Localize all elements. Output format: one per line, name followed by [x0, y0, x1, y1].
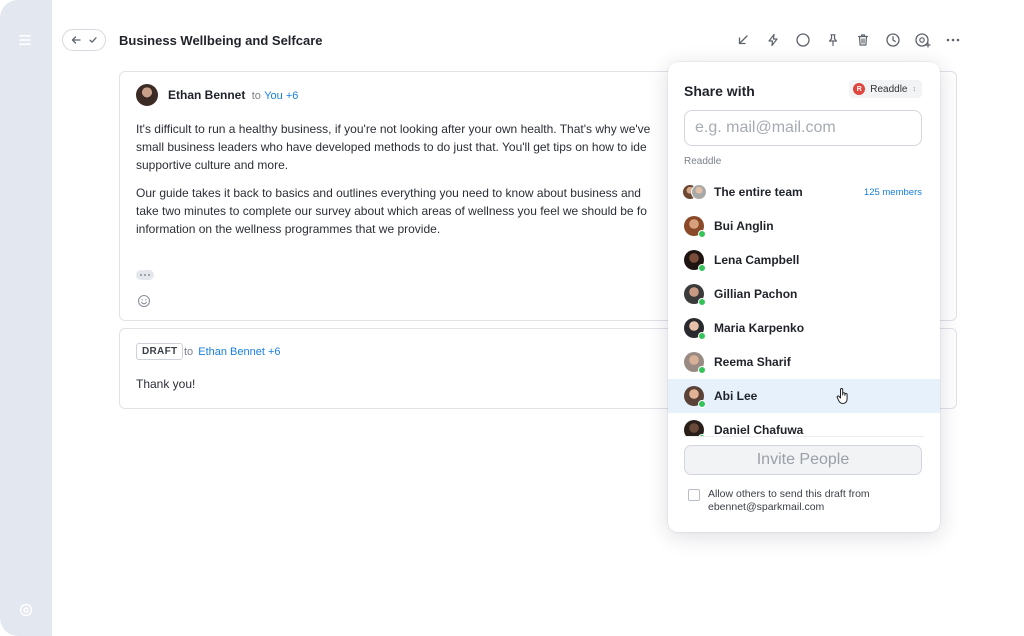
navigation-pill	[62, 29, 106, 51]
hand-cursor-icon	[836, 387, 850, 405]
draft-body[interactable]: Thank you!	[136, 377, 195, 391]
to-label: to	[184, 346, 194, 358]
team-logo: R	[853, 83, 866, 95]
list-item[interactable]: Abi Lee	[668, 379, 940, 413]
person-name: Abi Lee	[714, 389, 758, 403]
avatar	[684, 420, 706, 436]
avatar	[684, 318, 706, 340]
online-indicator	[698, 230, 706, 238]
pin-icon[interactable]	[818, 30, 848, 50]
team-name: Readdle	[870, 83, 908, 95]
message-paragraph: It's difficult to run a healthy business…	[136, 122, 651, 172]
emoji-reaction-icon[interactable]	[137, 294, 151, 308]
app-window: Business Wellbeing and Selfcare Ethan Be…	[0, 0, 1024, 636]
avatar	[136, 84, 158, 106]
avatar	[684, 386, 706, 408]
lightning-icon[interactable]	[758, 30, 788, 50]
list-item-entire-team[interactable]: The entire team 125 members	[668, 175, 940, 209]
checkmark-icon[interactable]	[85, 32, 101, 48]
section-label: Readdle	[684, 156, 722, 167]
more-icon[interactable]	[938, 30, 968, 50]
trash-icon[interactable]	[848, 30, 878, 50]
draft-recipients: to Ethan Bennet +6	[184, 346, 281, 358]
draft-badge: DRAFT	[136, 343, 184, 360]
email-input[interactable]	[684, 110, 922, 146]
avatar	[684, 284, 706, 306]
allow-send-checkbox[interactable]	[688, 489, 700, 501]
back-arrow-icon[interactable]	[68, 32, 84, 48]
list-item[interactable]: Lena Campbell	[668, 243, 940, 277]
list-item[interactable]: Gillian Pachon	[668, 277, 940, 311]
show-more-button[interactable]	[136, 270, 154, 280]
gear-icon[interactable]	[18, 602, 34, 618]
mention-add-icon[interactable]	[908, 30, 938, 50]
online-indicator	[698, 298, 706, 306]
circle-icon[interactable]	[788, 30, 818, 50]
group-avatar	[682, 182, 708, 202]
invite-people-button[interactable]: Invite People	[684, 445, 922, 475]
person-name: Daniel Chafuwa	[714, 423, 804, 436]
avatar	[684, 250, 706, 272]
message-header: Ethan Bennet to You +6	[168, 88, 298, 102]
arrow-down-left-icon[interactable]	[728, 30, 758, 50]
person-name: Lena Campbell	[714, 253, 800, 267]
list-item[interactable]: Daniel Chafuwa	[668, 413, 940, 436]
recipients-link[interactable]: You +6	[264, 90, 298, 102]
avatar	[684, 216, 706, 238]
updown-caret-icon: ↕	[912, 85, 917, 93]
message-body: It's difficult to run a healthy business…	[136, 120, 666, 248]
online-indicator	[698, 264, 706, 272]
divider	[684, 436, 924, 437]
people-list[interactable]: The entire team 125 members Bui Anglin L…	[668, 173, 940, 436]
person-name: Bui Anglin	[714, 219, 774, 233]
member-count: 125 members	[863, 186, 922, 198]
team-selector[interactable]: R Readdle ↕	[849, 80, 922, 98]
share-title: Share with	[684, 83, 755, 99]
allow-send-option: Allow others to send this draft from ebe…	[688, 488, 908, 514]
list-item[interactable]: Reema Sharif	[668, 345, 940, 379]
allow-send-label: Allow others to send this draft from ebe…	[708, 488, 870, 513]
online-indicator	[698, 400, 706, 408]
toolbar-actions	[728, 30, 968, 50]
avatar	[684, 352, 706, 374]
list-item[interactable]: Maria Karpenko	[668, 311, 940, 345]
to-label: to	[251, 90, 261, 102]
hamburger-icon[interactable]	[17, 32, 35, 48]
message-paragraph: Our guide takes it back to basics and ou…	[136, 186, 647, 236]
person-name: The entire team	[714, 185, 803, 199]
person-name: Gillian Pachon	[714, 287, 798, 301]
recipients-link[interactable]: Ethan Bennet +6	[198, 346, 280, 358]
list-item[interactable]: Bui Anglin	[668, 209, 940, 243]
share-popover: Share with R Readdle ↕ Readdle The entir…	[668, 62, 940, 532]
sidebar	[0, 0, 52, 636]
person-name: Reema Sharif	[714, 355, 791, 369]
clock-icon[interactable]	[878, 30, 908, 50]
email-subject: Business Wellbeing and Selfcare	[119, 33, 323, 48]
sender-name[interactable]: Ethan Bennet	[168, 88, 245, 102]
online-indicator	[698, 332, 706, 340]
person-name: Maria Karpenko	[714, 321, 805, 335]
online-indicator	[698, 366, 706, 374]
